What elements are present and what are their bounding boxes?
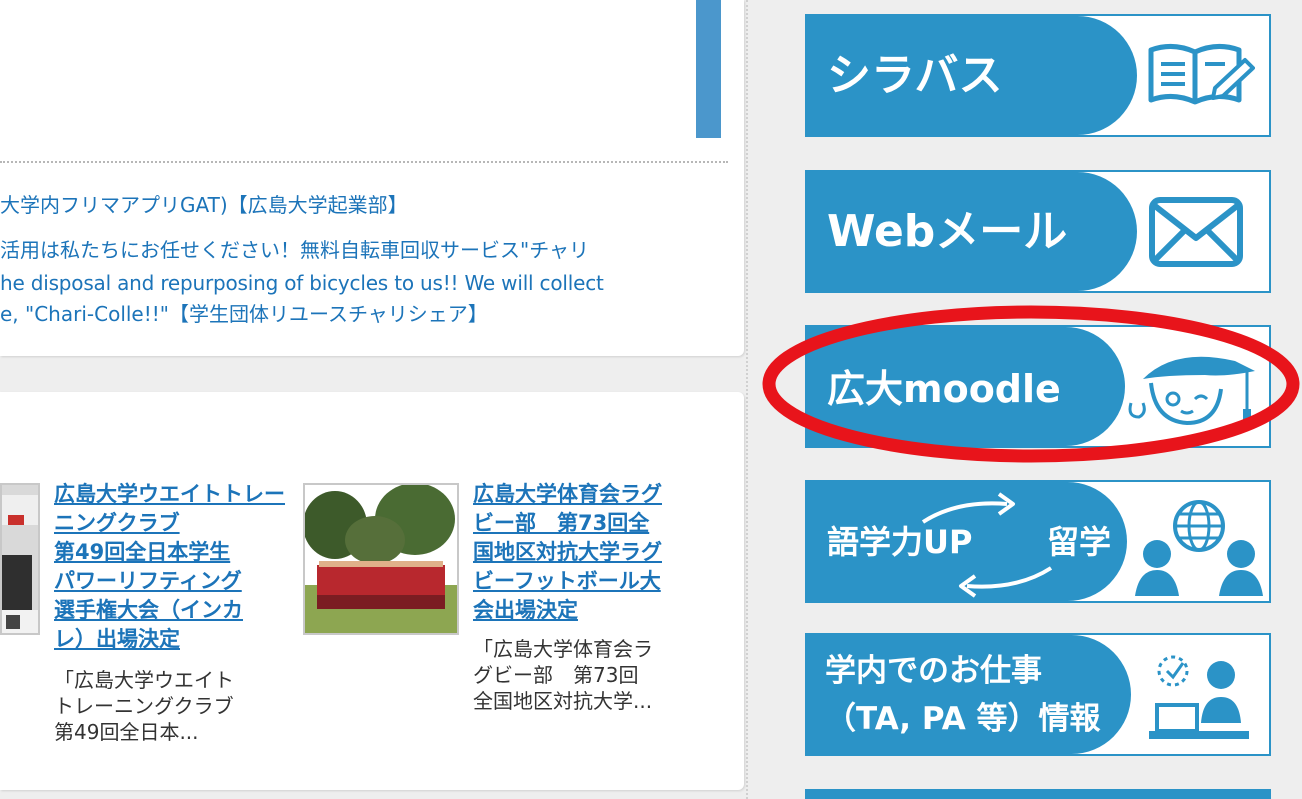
news-link-chari-line1[interactable]: 活用は私たちにお任せください！無料自転車回収サービス"チャリ — [0, 238, 589, 263]
news-card: 大学内フリマアプリGAT)【広島大学起業部】 活用は私たちにお任せください！無料… — [0, 0, 744, 356]
weightlifting-photo — [2, 485, 38, 633]
campus-jobs-label: 学内でのお仕事 （TA, PA 等）情報 — [825, 653, 1101, 737]
book-pencil-icon — [1148, 44, 1255, 105]
divider — [0, 161, 728, 163]
language-up-label: 語学力UP — [827, 523, 973, 561]
scrollbar-thumb[interactable] — [696, 0, 721, 138]
study-abroad-label: 留学 — [1047, 523, 1112, 561]
article-title-weightlifting[interactable]: 広島大学ウエイトトレーニングクラブ 第49回全日本学生 パワーリフティング 選手… — [54, 480, 294, 654]
campus-jobs-banner[interactable]: 学内でのお仕事 （TA, PA 等）情報 — [805, 633, 1271, 756]
webmail-label: Webメール — [827, 206, 1068, 257]
syllabus-banner[interactable]: シラバス — [805, 14, 1271, 137]
graduation-cap-icon — [1128, 356, 1255, 426]
worker-laptop-icon — [1149, 655, 1249, 739]
article-title-rugby[interactable]: 広島大学体育会ラグ ビー部 第73回全 国地区対抗大学ラグ ビーフットボール大 … — [473, 480, 713, 625]
globe-people-icon — [1135, 500, 1263, 596]
envelope-icon — [1149, 197, 1243, 267]
news-link-chari-line2[interactable]: he disposal and repurposing of bicycles … — [0, 271, 604, 296]
language-study-abroad-banner[interactable]: 語学力UP 留学 — [805, 480, 1271, 603]
article-excerpt-rugby: 「広島大学体育会ラ グビー部 第73回 全国地区対抗大学... — [473, 637, 653, 713]
article-excerpt-weightlifting: 「広島大学ウエイト トレーニングクラブ 第49回全日本... — [54, 668, 234, 744]
webmail-banner[interactable]: Webメール — [805, 170, 1271, 293]
moodle-banner[interactable]: 広大moodle — [805, 325, 1271, 448]
syllabus-label: シラバス — [827, 50, 1003, 101]
sidebar-divider — [746, 0, 748, 799]
news-link-chari-line3[interactable]: e, "Chari-Colle!!"【学生団体リユースチャリシェア】 — [0, 302, 488, 327]
article-thumbnail-rugby[interactable] — [303, 483, 459, 635]
next-banner-partial[interactable] — [805, 789, 1271, 799]
news-link-gat[interactable]: 大学内フリマアプリGAT)【広島大学起業部】 — [0, 193, 408, 218]
article-thumbnail-weightlifting[interactable] — [0, 483, 40, 635]
moodle-label: 広大moodle — [827, 367, 1061, 411]
rugby-team-photo — [305, 485, 457, 633]
